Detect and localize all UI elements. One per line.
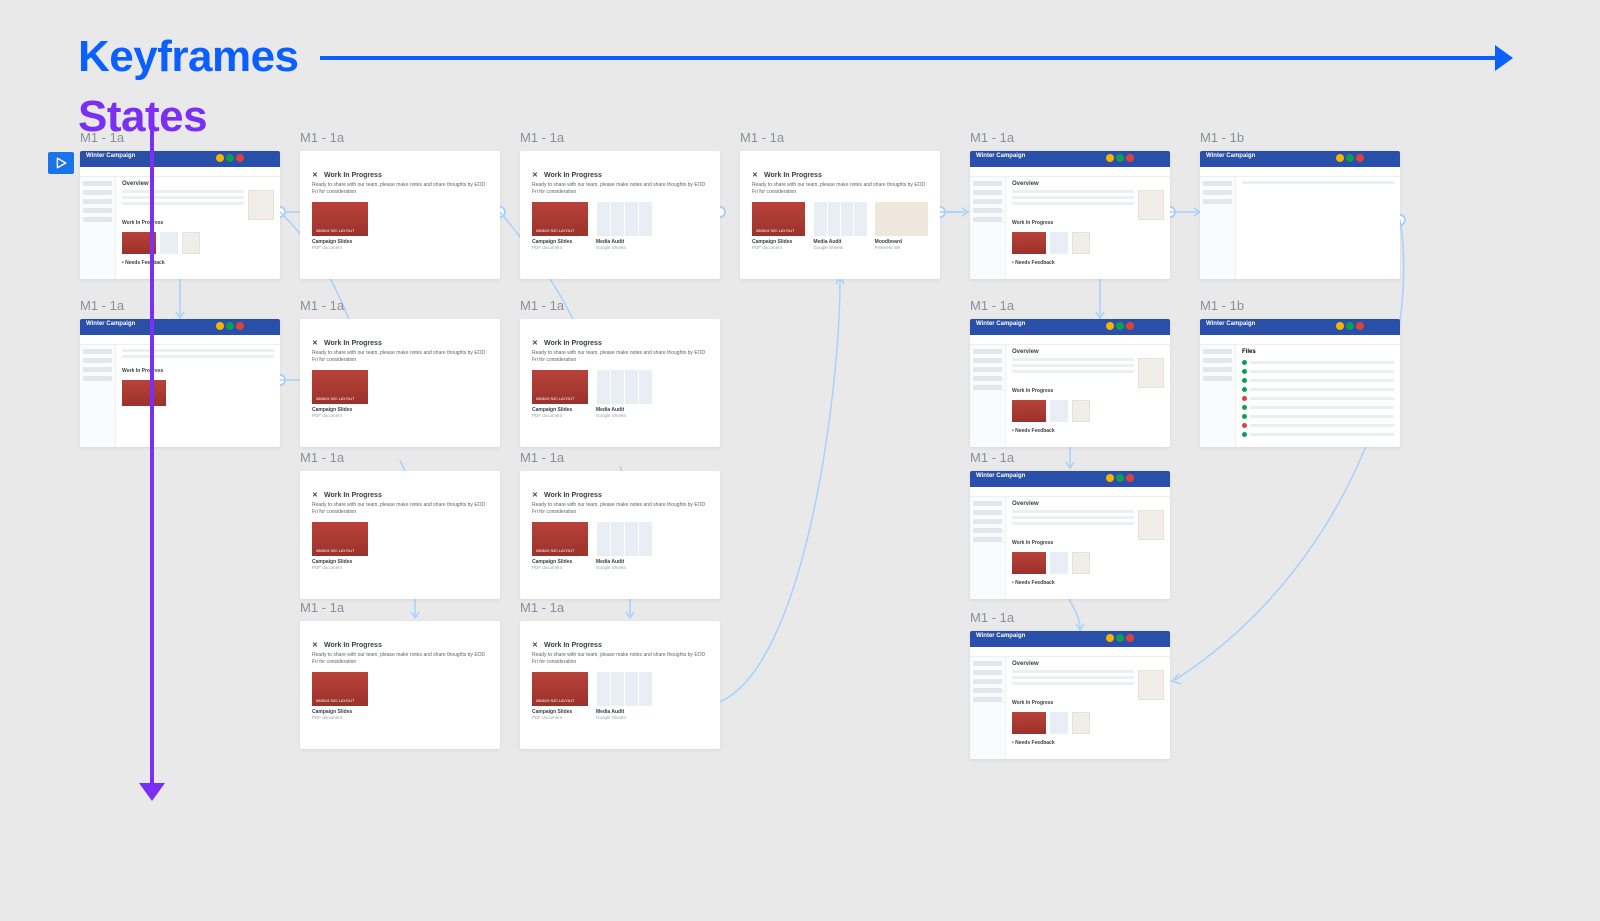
frame-f_a2[interactable]: M1 - 1a Winter Campaign Work In Progress xyxy=(80,298,280,447)
frame-label: M1 - 1a xyxy=(970,450,1170,465)
frame-label: M1 - 1a xyxy=(970,130,1170,145)
canvas: Keyframes States xyxy=(0,0,1600,921)
frame-f_b2[interactable]: M1 - 1a ✕Work In Progress Ready to share… xyxy=(300,298,500,447)
frame-label: M1 - 1b xyxy=(1200,130,1400,145)
frame-label: M1 - 1a xyxy=(300,298,500,313)
frame-label: M1 - 1a xyxy=(520,600,720,615)
frame-f_e1[interactable]: M1 - 1a Winter Campaign Overview Work In… xyxy=(970,130,1170,279)
frame-label: M1 - 1a xyxy=(740,130,940,145)
frame-f_f1[interactable]: M1 - 1b Winter Campaign xyxy=(1200,130,1400,279)
frame-label: M1 - 1a xyxy=(970,610,1170,625)
frame-f_a1[interactable]: M1 - 1a Winter Campaign Overview Work In… xyxy=(80,130,280,279)
frame-f_d1[interactable]: M1 - 1a ✕Work In Progress Ready to share… xyxy=(740,130,940,279)
heading-keyframes: Keyframes xyxy=(78,32,299,82)
frame-f_c1[interactable]: M1 - 1a ✕Work In Progress Ready to share… xyxy=(520,130,720,279)
frame-f_e2[interactable]: M1 - 1a Winter Campaign Overview Work In… xyxy=(970,298,1170,447)
frame-label: M1 - 1a xyxy=(300,130,500,145)
play-icon xyxy=(55,157,67,169)
frame-label: M1 - 1a xyxy=(300,600,500,615)
frame-label: M1 - 1a xyxy=(520,298,720,313)
frame-f_b3[interactable]: M1 - 1a ✕Work In Progress Ready to share… xyxy=(300,450,500,599)
frame-f_e3[interactable]: M1 - 1a Winter Campaign Overview Work In… xyxy=(970,450,1170,599)
frame-f_c3[interactable]: M1 - 1a ✕Work In Progress Ready to share… xyxy=(520,450,720,599)
frame-label: M1 - 1a xyxy=(80,130,280,145)
frame-label: M1 - 1a xyxy=(520,450,720,465)
frame-label: M1 - 1a xyxy=(970,298,1170,313)
frame-label: M1 - 1b xyxy=(1200,298,1400,313)
frame-f_f2[interactable]: M1 - 1b Winter Campaign Files xyxy=(1200,298,1400,447)
states-axis-arrow xyxy=(150,128,154,783)
frame-f_b4[interactable]: M1 - 1a ✕Work In Progress Ready to share… xyxy=(300,600,500,749)
frame-label: M1 - 1a xyxy=(520,130,720,145)
frame-f_b1[interactable]: M1 - 1a ✕Work In Progress Ready to share… xyxy=(300,130,500,279)
frame-label: M1 - 1a xyxy=(80,298,280,313)
keyframes-axis-arrow xyxy=(320,56,1495,60)
frame-label: M1 - 1a xyxy=(300,450,500,465)
frame-f_c2[interactable]: M1 - 1a ✕Work In Progress Ready to share… xyxy=(520,298,720,447)
frame-f_e4[interactable]: M1 - 1a Winter Campaign Overview Work In… xyxy=(970,610,1170,759)
play-prototype-chip[interactable] xyxy=(48,152,74,174)
frame-f_c4[interactable]: M1 - 1a ✕Work In Progress Ready to share… xyxy=(520,600,720,749)
